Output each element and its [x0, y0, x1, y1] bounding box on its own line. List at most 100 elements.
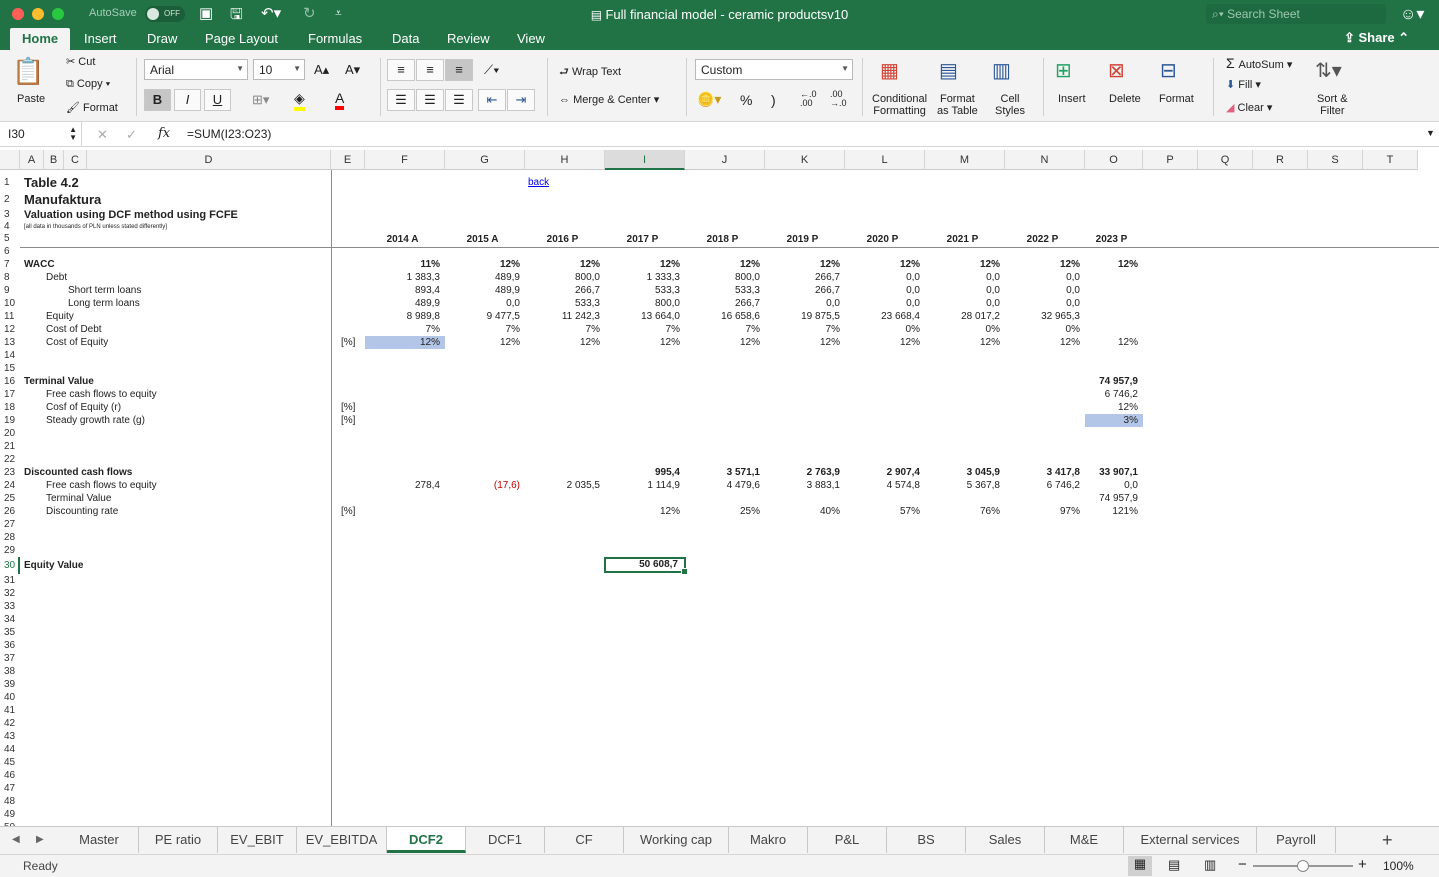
unit-label[interactable]: [%]: [341, 505, 355, 518]
row-header-49[interactable]: 49: [0, 808, 20, 821]
data-cell[interactable]: 12%: [1005, 336, 1085, 349]
percent-style-button[interactable]: %: [740, 92, 752, 108]
data-cell[interactable]: 489,9: [445, 284, 525, 297]
formula-input[interactable]: =SUM(I23:O23): [187, 127, 271, 141]
row-header-29[interactable]: 29: [0, 544, 20, 557]
data-cell[interactable]: 2 035,5: [525, 479, 605, 492]
data-cell[interactable]: 4 574,8: [845, 479, 925, 492]
row-header-11[interactable]: 11: [0, 310, 20, 323]
decrease-font-size-icon[interactable]: A▾: [345, 62, 360, 78]
sheet-tab-ev-ebitda[interactable]: EV_EBITDA: [297, 827, 387, 853]
row-header-46[interactable]: 46: [0, 769, 20, 782]
data-cell[interactable]: 800,0: [685, 271, 765, 284]
data-cell[interactable]: 266,7: [685, 297, 765, 310]
year-header[interactable]: 2016 P: [525, 233, 600, 246]
data-cell[interactable]: 12%: [1085, 336, 1143, 349]
data-cell[interactable]: 12%: [765, 258, 845, 271]
row-header-37[interactable]: 37: [0, 652, 20, 665]
data-cell[interactable]: 74 957,9: [1085, 492, 1143, 505]
data-cell[interactable]: 12%: [845, 336, 925, 349]
cell-styles-icon[interactable]: ▥: [992, 58, 1011, 83]
paste-button[interactable]: Paste: [17, 93, 45, 105]
row-header-47[interactable]: 47: [0, 782, 20, 795]
row-label[interactable]: Free cash flows to equity: [46, 388, 157, 401]
row-header-26[interactable]: 26: [0, 505, 20, 518]
data-cell[interactable]: 0,0: [925, 271, 1005, 284]
data-cell[interactable]: 16 658,6: [685, 310, 765, 323]
data-cell[interactable]: 23 668,4: [845, 310, 925, 323]
data-cell[interactable]: 2 763,9: [765, 466, 845, 479]
data-cell[interactable]: 1 333,3: [605, 271, 685, 284]
data-cell[interactable]: 0,0: [1005, 297, 1085, 310]
data-cell[interactable]: 0,0: [845, 271, 925, 284]
bold-button[interactable]: B: [144, 89, 171, 111]
units-note[interactable]: [all data in thousands of PLN unless sta…: [24, 223, 167, 231]
row-label[interactable]: Discounting rate: [46, 505, 118, 518]
row-label[interactable]: Terminal Value: [46, 492, 111, 505]
sheet-tab-bs[interactable]: BS: [887, 827, 966, 853]
row-header-20[interactable]: 20: [0, 427, 20, 440]
column-header-i[interactable]: I: [605, 150, 685, 170]
data-cell[interactable]: 0%: [845, 323, 925, 336]
year-header[interactable]: 2020 P: [845, 233, 920, 246]
data-cell[interactable]: 28 017,2: [925, 310, 1005, 323]
align-bottom-button[interactable]: ≡: [445, 59, 473, 81]
sort-filter-icon[interactable]: ⇅▾: [1315, 58, 1342, 83]
data-cell[interactable]: 3 045,9: [925, 466, 1005, 479]
year-header[interactable]: 2017 P: [605, 233, 680, 246]
row-header-4[interactable]: 4: [0, 222, 20, 232]
year-header[interactable]: 2021 P: [925, 233, 1000, 246]
accounting-format-icon[interactable]: 🪙▾: [697, 91, 721, 108]
row-header-28[interactable]: 28: [0, 531, 20, 544]
column-header-q[interactable]: Q: [1198, 150, 1253, 170]
data-cell[interactable]: 7%: [685, 323, 765, 336]
data-cell[interactable]: 33 907,1: [1085, 466, 1143, 479]
data-cell[interactable]: 12%: [845, 258, 925, 271]
data-cell[interactable]: 12%: [445, 336, 525, 349]
data-cell[interactable]: 7%: [605, 323, 685, 336]
row-header-27[interactable]: 27: [0, 518, 20, 531]
row-label[interactable]: Steady growth rate (g): [46, 414, 145, 427]
row-header-22[interactable]: 22: [0, 453, 20, 466]
column-header-p[interactable]: P: [1143, 150, 1198, 170]
sheet-tab-cf[interactable]: CF: [545, 827, 624, 853]
tab-formulas[interactable]: Formulas: [308, 31, 362, 46]
data-cell[interactable]: 800,0: [605, 297, 685, 310]
table-subtitle[interactable]: Valuation using DCF method using FCFE: [24, 209, 238, 222]
data-cell[interactable]: 12%: [525, 258, 605, 271]
expand-formula-bar-icon[interactable]: ▼: [1426, 128, 1435, 138]
row-header-13[interactable]: 13: [0, 336, 20, 349]
row-header-15[interactable]: 15: [0, 362, 20, 375]
sheet-tab-makro[interactable]: Makro: [729, 827, 808, 853]
search-sheet-input[interactable]: ⌕▾ Search Sheet: [1206, 4, 1386, 24]
row-label[interactable]: Cost of Equity: [46, 336, 108, 349]
data-cell[interactable]: 995,4: [605, 466, 685, 479]
sheet-tab-master[interactable]: Master: [60, 827, 139, 853]
sheet-tab-ev-ebit[interactable]: EV_EBIT: [218, 827, 297, 853]
autosum-button[interactable]: Σ AutoSum ▾: [1226, 55, 1292, 71]
data-cell[interactable]: 489,9: [365, 297, 445, 310]
sheet-tab-payroll[interactable]: Payroll: [1257, 827, 1336, 853]
row-header-41[interactable]: 41: [0, 704, 20, 717]
column-header-b[interactable]: B: [44, 150, 64, 170]
unit-label[interactable]: [%]: [341, 414, 355, 427]
zoom-slider-thumb[interactable]: [1297, 860, 1309, 872]
row-header-33[interactable]: 33: [0, 600, 20, 613]
data-cell[interactable]: 489,9: [445, 271, 525, 284]
data-cell[interactable]: 11 242,3: [525, 310, 605, 323]
sheet-tab-working-cap[interactable]: Working cap: [624, 827, 729, 853]
row-header-39[interactable]: 39: [0, 678, 20, 691]
paste-icon[interactable]: 📋: [12, 56, 44, 87]
row-header-45[interactable]: 45: [0, 756, 20, 769]
data-cell[interactable]: 11%: [365, 258, 445, 271]
column-header-d[interactable]: D: [87, 150, 331, 170]
data-cell[interactable]: 12%: [605, 336, 685, 349]
row-label[interactable]: Long term loans: [68, 297, 140, 310]
row-label[interactable]: Equity: [46, 310, 74, 323]
data-cell[interactable]: 121%: [1085, 505, 1143, 518]
decrease-decimal-icon[interactable]: .00 →.0: [830, 90, 847, 108]
normal-view-icon[interactable]: ▦: [1128, 856, 1152, 876]
year-header[interactable]: 2022 P: [1005, 233, 1080, 246]
copy-button[interactable]: ⧉ Copy ▾: [66, 78, 110, 91]
format-cells-button[interactable]: Format: [1159, 93, 1194, 105]
